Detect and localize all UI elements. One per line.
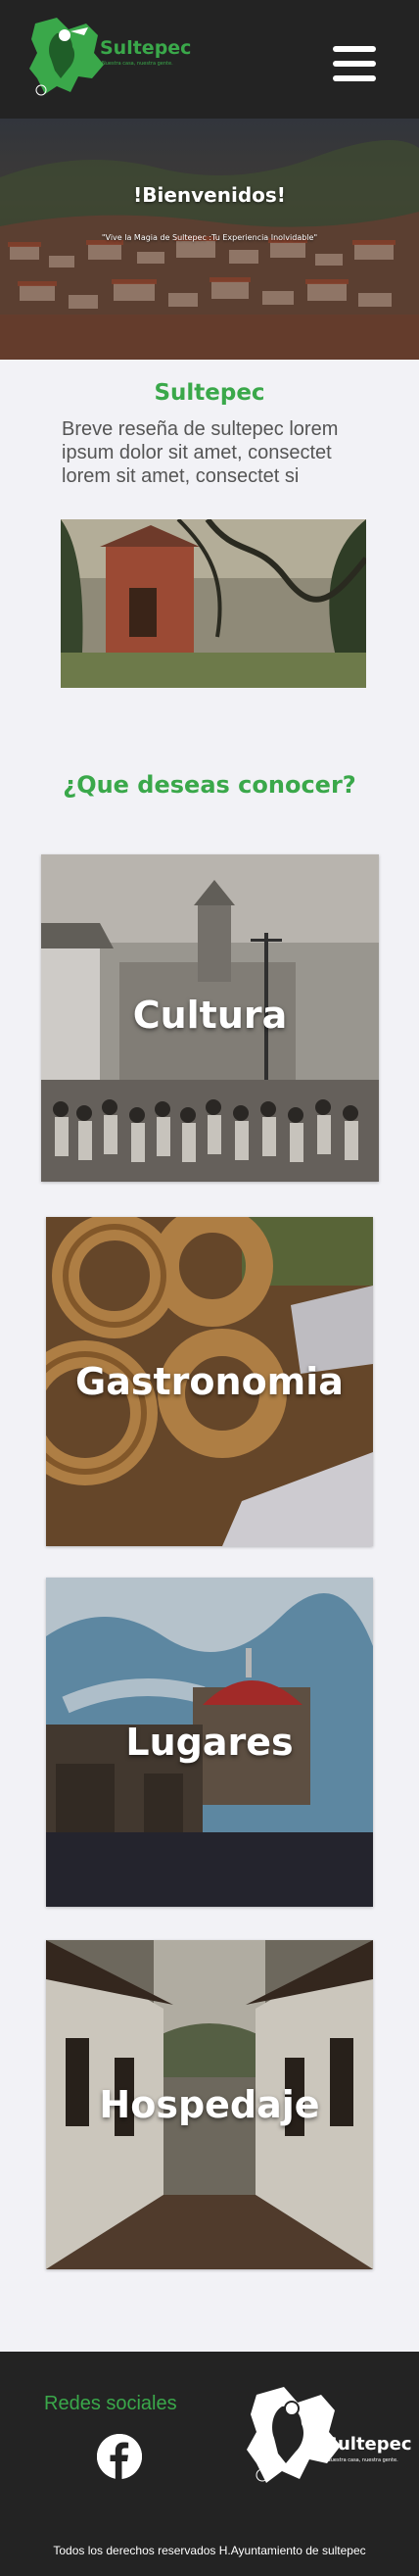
facebook-icon[interactable] [97, 2434, 142, 2479]
sultepec-logo[interactable]: Sultepec Nuestra casa, nuestra gente. [27, 14, 194, 104]
card-cultura[interactable]: Cultura [41, 854, 379, 1182]
about-title: Sultepec [154, 380, 265, 406]
hero-title: !Bienvenidos! [133, 183, 286, 207]
card-label-gastronomia: Gastronomia [75, 1360, 344, 1403]
social-label: Redes sociales [44, 2393, 177, 2414]
hero-subtitle: "Vive la Magia de Sultepec :Tu Experienc… [101, 233, 318, 242]
card-label-cultura: Cultura [132, 994, 288, 1037]
about-text: Breve reseña de sultepec lorem ipsum dol… [62, 418, 339, 487]
footer-logo-text: Sultepec [325, 2434, 412, 2454]
footer-logo-tagline: Nuestra casa, nuestra gente. [327, 2457, 398, 2463]
hero-banner: !Bienvenidos! "Vive la Magia de Sultepec… [0, 119, 419, 360]
card-gastronomia[interactable]: Gastronomia [46, 1217, 373, 1546]
card-label-lugares: Lugares [125, 1721, 294, 1764]
copyright-text: Todos los derechos reservados H.Ayuntami… [53, 2544, 366, 2557]
logo-text: Sultepec [100, 37, 192, 59]
card-label-hospedaje: Hospedaje [99, 2083, 320, 2126]
card-hospedaje[interactable]: Hospedaje [46, 1940, 373, 2269]
site-footer: Redes sociales Sultepec Nuestra casa, nu… [0, 2352, 419, 2576]
hamburger-menu-icon[interactable] [333, 44, 376, 83]
map-logo-icon [29, 18, 104, 96]
explore-title: ¿Que deseas conocer? [63, 771, 356, 799]
chapel-photo [61, 519, 366, 688]
logo-tagline: Nuestra casa, nuestra gente. [102, 61, 173, 67]
card-lugares[interactable]: Lugares [46, 1578, 373, 1907]
site-header: Sultepec Nuestra casa, nuestra gente. [0, 0, 419, 119]
